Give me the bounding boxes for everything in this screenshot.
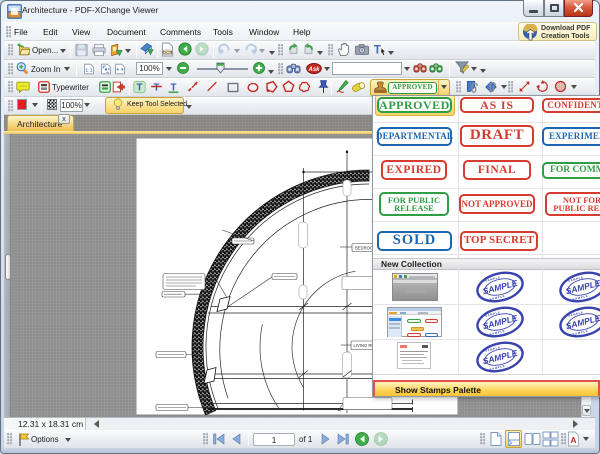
svg-text:Ask: Ask	[308, 67, 321, 73]
svg-text:1:1: 1:1	[85, 68, 92, 74]
svg-text:T: T	[154, 83, 160, 94]
svg-text:T: T	[137, 83, 143, 94]
svg-text:T: T	[374, 45, 381, 57]
svg-text:A: A	[570, 435, 576, 445]
svg-text:OCR: OCR	[163, 50, 174, 55]
